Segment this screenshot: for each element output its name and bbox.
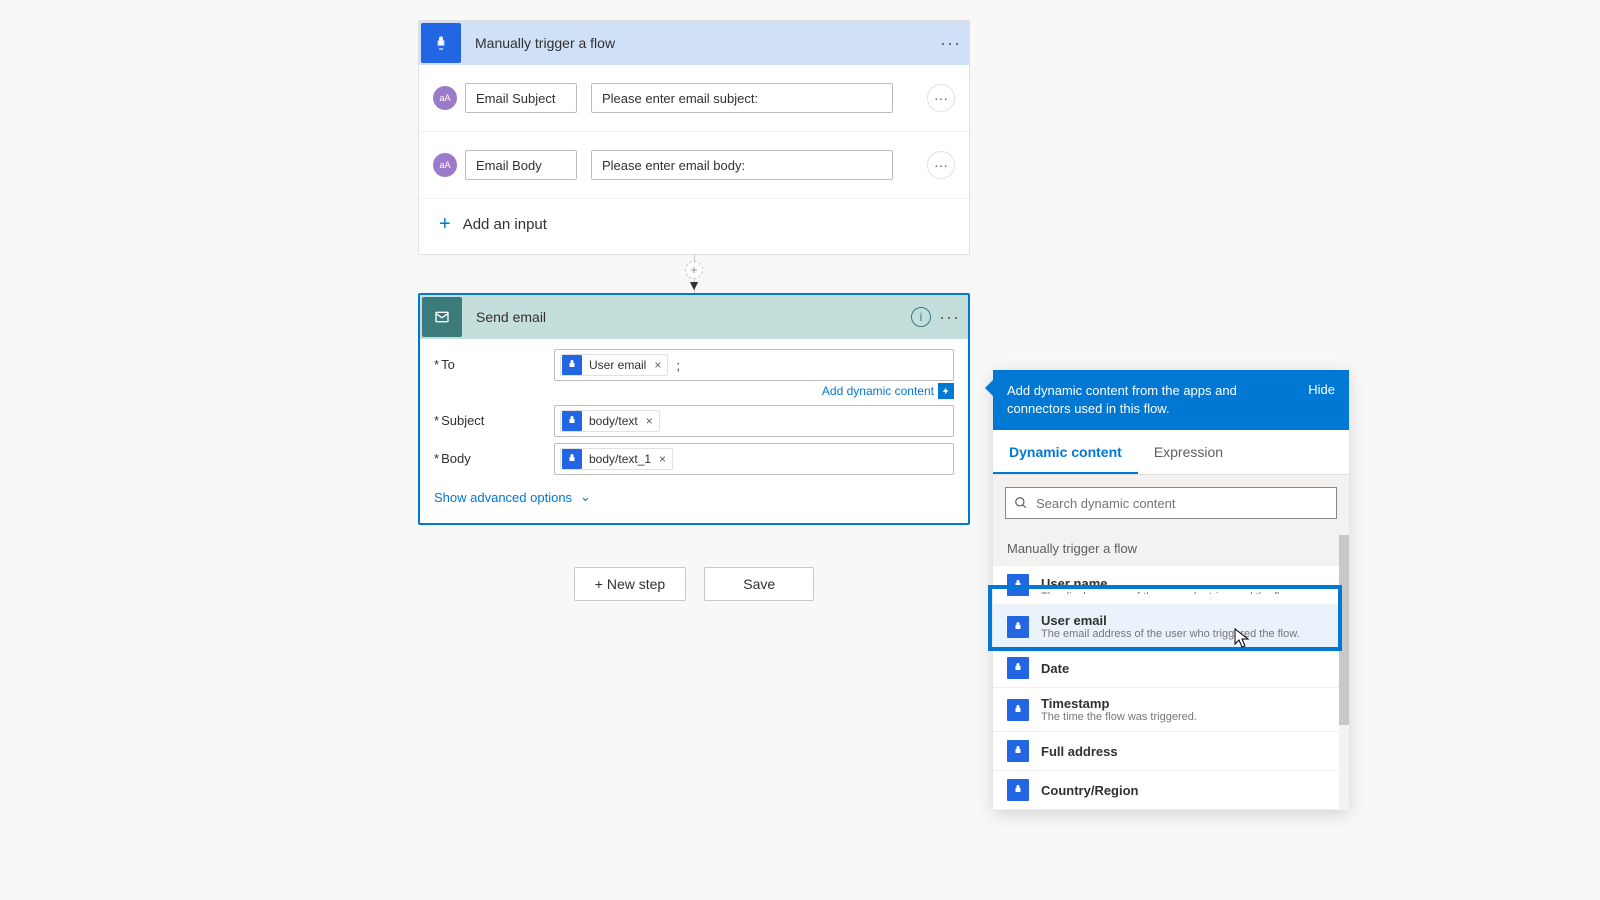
input-label-subject[interactable]: Email Subject [465,83,577,113]
dynamic-section-header: Manually trigger a flow [993,531,1349,566]
email-header[interactable]: Send email i ··· [420,295,968,339]
tab-dynamic-content[interactable]: Dynamic content [993,430,1138,474]
field-body-input[interactable]: body/text_1 × [554,443,954,475]
dynamic-list: Manually trigger a flow User name The di… [993,531,1349,810]
dynamic-content-panel: Add dynamic content from the apps and co… [993,370,1349,810]
input-row-subject: aA Email Subject Please enter email subj… [419,65,969,132]
field-to-input[interactable]: User email × ; [554,349,954,381]
add-input-label: Add an input [463,216,547,233]
input-row-menu[interactable]: ··· [927,151,955,179]
bottom-buttons: + New step Save [418,567,970,601]
email-title: Send email [476,309,546,325]
text-type-badge: aA [433,86,457,110]
scroll-thumb[interactable] [1339,535,1349,725]
dyn-item-date[interactable]: Date [993,649,1349,688]
new-step-button[interactable]: + New step [574,567,686,601]
trigger-header[interactable]: Manually trigger a flow ··· [419,21,969,65]
email-menu-icon[interactable]: ··· [939,307,960,328]
scrollbar[interactable] [1339,531,1349,810]
dynamic-panel-header: Add dynamic content from the apps and co… [993,370,1349,430]
dynamic-search[interactable] [1005,487,1337,519]
dyn-item-user-email[interactable]: User email The email address of the user… [993,605,1349,649]
dyn-item-full-address[interactable]: Full address [993,732,1349,771]
field-body: *Body body/text_1 × [434,443,954,475]
dynamic-tabs: Dynamic content Expression [993,430,1349,475]
trigger-icon [421,23,461,63]
chevron-down-icon: ⌄ [580,489,591,505]
token-remove-icon[interactable]: × [652,358,667,372]
add-dynamic-icon [938,383,954,399]
info-icon[interactable]: i [911,307,931,327]
trigger-card: Manually trigger a flow ··· aA Email Sub… [418,20,970,255]
field-to-label: *To [434,349,554,372]
show-advanced-link[interactable]: Show advanced options ⌄ [434,489,591,505]
token-icon [562,449,582,469]
token-user-email[interactable]: User email × [560,354,668,376]
dynamic-search-input[interactable] [1036,496,1328,511]
tab-expression[interactable]: Expression [1138,430,1239,474]
add-dynamic-content-link[interactable]: Add dynamic content [554,383,954,399]
trigger-menu-icon[interactable]: ··· [940,33,961,54]
search-icon [1014,496,1028,510]
dynamic-search-wrap [993,475,1349,531]
flow-token-icon [1007,574,1029,596]
email-icon [422,297,462,337]
field-subject-label: *Subject [434,405,554,428]
add-input-button[interactable]: + Add an input [419,199,969,254]
connector: + ▼ [418,255,970,293]
dyn-item-user-name[interactable]: User name The display name of the user w… [993,566,1349,605]
token-body-text-1[interactable]: body/text_1 × [560,448,673,470]
token-remove-icon[interactable]: × [657,452,672,466]
input-placeholder-subject[interactable]: Please enter email subject: [591,83,893,113]
dyn-item-timestamp[interactable]: Timestamp The time the flow was triggere… [993,688,1349,732]
send-email-card: Send email i ··· *To User email × ; [418,293,970,525]
flow-token-icon [1007,657,1029,679]
arrow-down-icon: ▼ [687,277,701,293]
token-remove-icon[interactable]: × [644,414,659,428]
flow-token-icon [1007,699,1029,721]
input-label-body[interactable]: Email Body [465,150,577,180]
save-button[interactable]: Save [704,567,814,601]
field-to: *To User email × ; Add dynamic content [434,349,954,399]
dyn-item-country-region[interactable]: Country/Region [993,771,1349,810]
trigger-title: Manually trigger a flow [475,35,615,51]
input-placeholder-body[interactable]: Please enter email body: [591,150,893,180]
panel-pointer [985,380,993,396]
flow-token-icon [1007,740,1029,762]
input-row-body: aA Email Body Please enter email body: ·… [419,132,969,199]
input-row-menu[interactable]: ··· [927,84,955,112]
hide-panel-link[interactable]: Hide [1308,382,1335,397]
field-body-label: *Body [434,443,554,466]
field-subject: *Subject body/text × [434,405,954,437]
plus-icon: + [439,213,451,236]
token-icon [562,411,582,431]
flow-token-icon [1007,616,1029,638]
token-icon [562,355,582,375]
text-type-badge: aA [433,153,457,177]
token-body-text[interactable]: body/text × [560,410,660,432]
flow-token-icon [1007,779,1029,801]
field-subject-input[interactable]: body/text × [554,405,954,437]
